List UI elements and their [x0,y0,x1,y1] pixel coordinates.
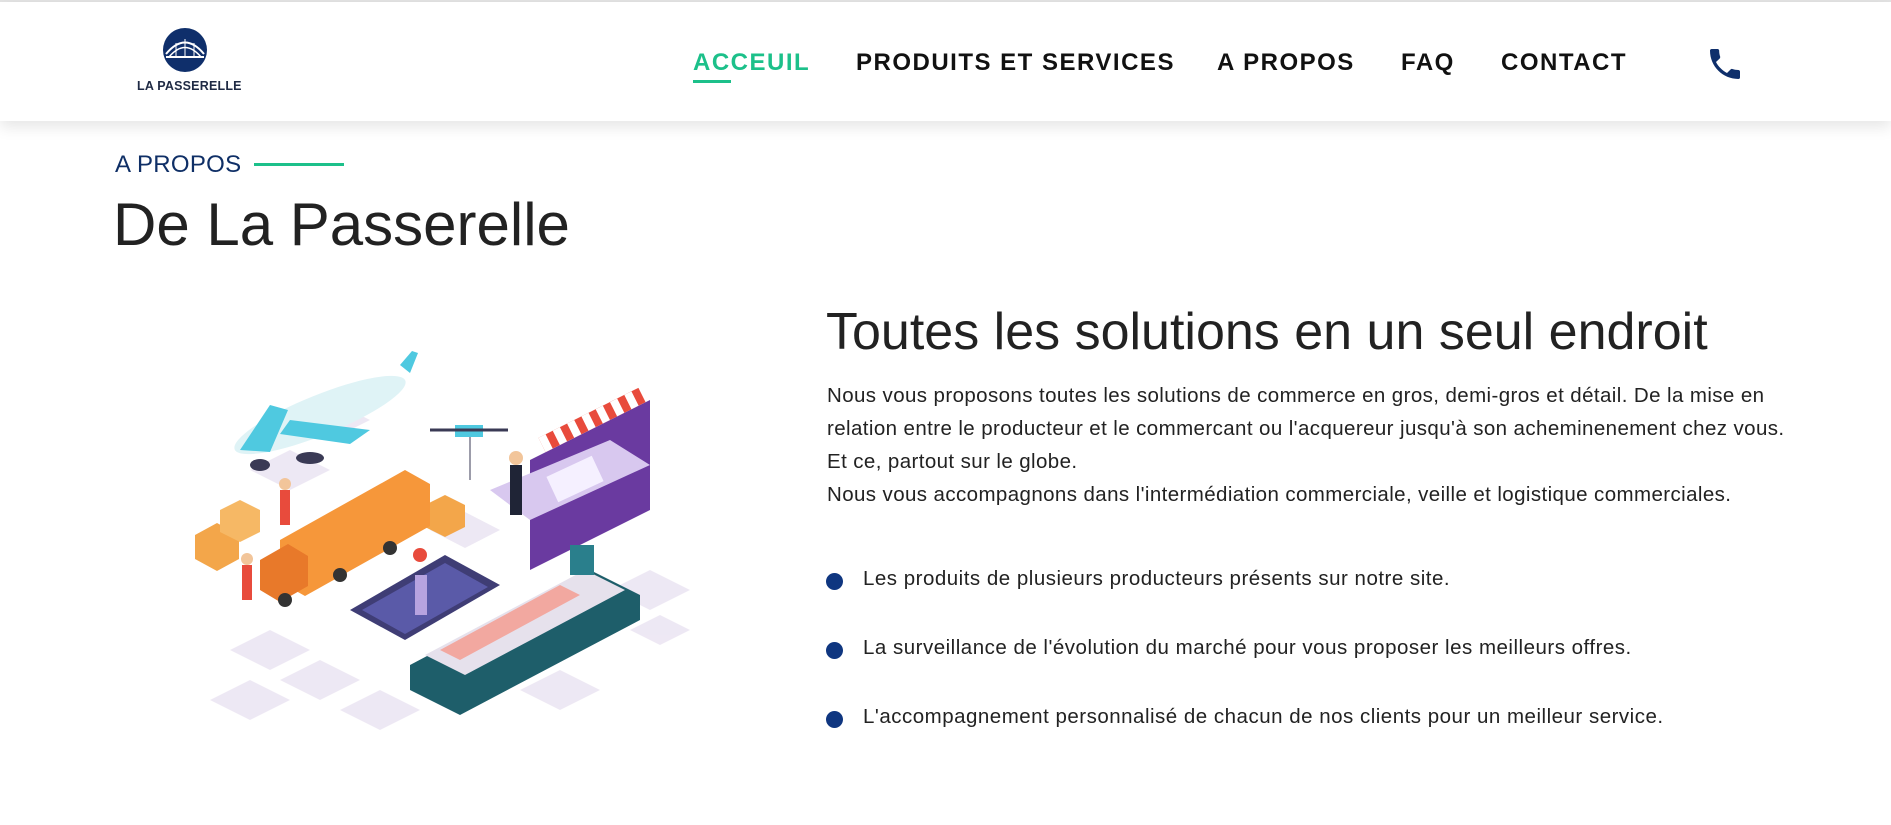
drone [430,425,508,480]
feature-text: Les produits de plusieurs producteurs pr… [863,567,1451,590]
section-title: De La Passerelle [113,191,570,258]
feature-text: L'accompagnement personnalisé de chacun … [863,705,1664,728]
logistics-illustration [195,351,690,730]
site-header: LA PASSERELLE ACCEUIL PRODUITS ET SERVIC… [0,2,1891,121]
nav-item-label: PRODUITS ET SERVICES [856,49,1175,76]
kicker-line [254,163,344,166]
phone-icon [1710,49,1740,79]
nav-item-label: CONTACT [1501,49,1628,76]
nav-item-faq[interactable]: FAQ [1401,49,1455,77]
bullet-icon [826,711,843,728]
nav-item-label: FAQ [1401,49,1455,76]
intro-paragraph: Nous vous accompagnons dans l'intermédia… [827,483,1732,506]
feature-text: La surveillance de l'évolution du marché… [863,636,1632,659]
nav-item-contact[interactable]: CONTACT [1501,49,1627,77]
nav-item-label: ACCEUIL [693,49,811,76]
nav-item-a-propos[interactable]: A PROPOS [1217,49,1355,77]
brand-name: LA PASSERELLE [137,79,242,93]
nav-item-produits-et-services[interactable]: PRODUITS ET SERVICES [856,49,1175,77]
phone-map [350,548,500,640]
nav-item-acceuil[interactable]: ACCEUIL [693,49,811,83]
phone-button[interactable] [1705,44,1745,84]
brand-logo[interactable]: LA PASSERELLE [137,27,242,93]
bullet-icon [826,642,843,659]
intro-paragraph: Nous vous proposons toutes les solutions… [827,384,1785,473]
airplane [234,351,418,471]
laptop-shop [490,387,650,570]
section-kicker: A PROPOS [115,151,242,178]
nav-item-label: A PROPOS [1217,49,1355,76]
logo-icon [163,28,207,72]
content-title: Toutes les solutions en un seul endroit [826,303,1708,361]
bullet-icon [826,573,843,590]
intro-text: Nous vous proposons toutes les solutions… [827,379,1787,511]
active-underline [693,80,731,83]
